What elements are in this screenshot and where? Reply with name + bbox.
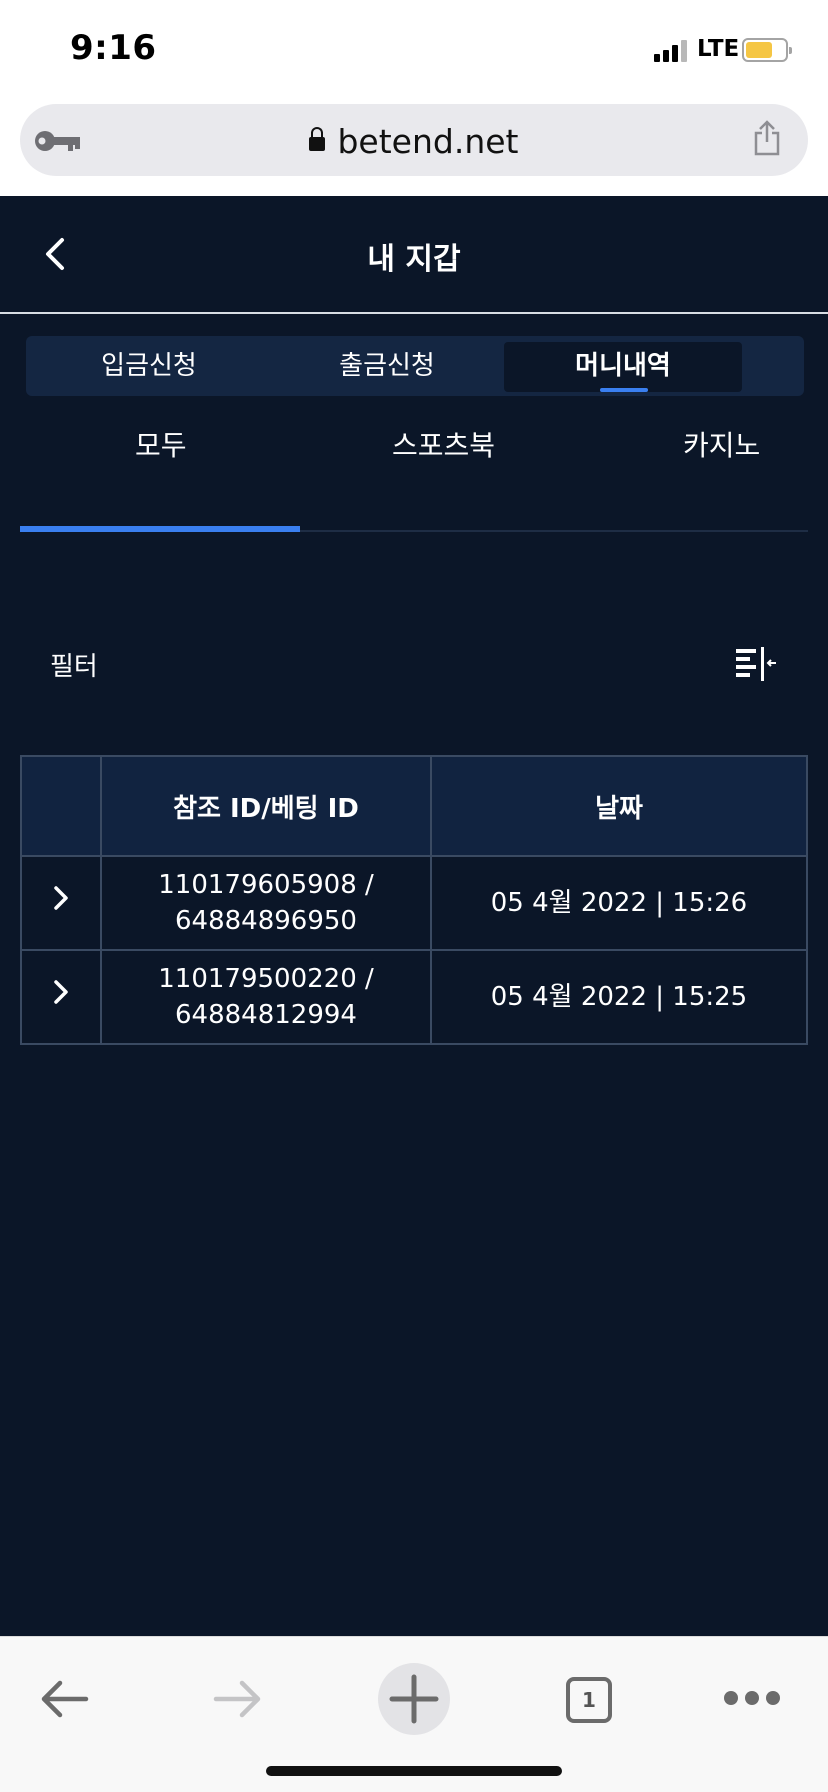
url-text: betend.net — [337, 122, 519, 161]
expand-cell[interactable] — [20, 949, 102, 1045]
table-row[interactable]: 110179500220 / 64884812994 05 4월 2022 | … — [20, 949, 808, 1045]
reference-id: 110179605908 / — [158, 870, 374, 900]
lock-icon — [309, 127, 326, 151]
date-cell: 05 4월 2022 | 15:26 — [430, 855, 808, 951]
battery-icon — [742, 38, 792, 62]
bet-id: 64884812994 — [175, 1000, 357, 1030]
plus-icon — [389, 1674, 439, 1724]
date-cell: 05 4월 2022 | 15:25 — [430, 949, 808, 1045]
address-bar[interactable]: betend.net — [20, 104, 808, 176]
ref-id-cell: 110179500220 / 64884812994 — [100, 949, 432, 1045]
reference-id: 110179500220 / — [158, 964, 374, 994]
subtab-casino[interactable]: 카지노 — [683, 424, 760, 464]
subtab-all[interactable]: 모두 — [135, 424, 187, 464]
signal-icon — [654, 40, 688, 62]
browser-address-area: betend.net — [0, 98, 828, 196]
expand-cell[interactable] — [20, 855, 102, 951]
browser-back-icon[interactable] — [38, 1677, 90, 1721]
page-header: 내 지갑 — [0, 196, 828, 314]
expand-column-header — [20, 755, 102, 857]
new-tab-button[interactable] — [378, 1663, 450, 1735]
tab-money-history-label: 머니내역 — [575, 351, 671, 381]
status-time: 9:16 — [70, 28, 157, 68]
chevron-right-icon[interactable] — [51, 978, 71, 1006]
tab-deposit[interactable]: 입금신청 — [30, 342, 268, 392]
page-title: 내 지갑 — [367, 242, 461, 277]
ref-id-cell: 110179605908 / 64884896950 — [100, 855, 432, 951]
table-header-row: 참조 ID/베팅 ID 날짜 — [20, 755, 808, 857]
tab-withdraw[interactable]: 출금신청 — [268, 342, 506, 392]
share-icon[interactable] — [752, 120, 782, 156]
tab-count-button[interactable]: 1 — [566, 1677, 612, 1723]
column-header-ref-id: 참조 ID/베팅 ID — [100, 755, 432, 857]
money-history-table: 참조 ID/베팅 ID 날짜 110179605908 / 6488489695… — [20, 755, 808, 1045]
filter-label: 필터 — [50, 652, 98, 682]
browser-forward-icon[interactable] — [212, 1677, 264, 1721]
wallet-segment-control: 입금신청 출금신청 머니내역 — [26, 336, 804, 396]
tab-money-history[interactable]: 머니내역 — [504, 342, 742, 392]
column-header-date: 날짜 — [430, 755, 808, 857]
network-label: LTE — [697, 36, 740, 62]
table-row[interactable]: 110179605908 / 64884896950 05 4월 2022 | … — [20, 855, 808, 951]
bet-id: 64884896950 — [175, 906, 357, 936]
wallet-page: 내 지갑 입금신청 출금신청 머니내역 모두 스포츠북 카지노 필터 참조 ID… — [0, 196, 828, 1636]
more-icon[interactable] — [724, 1691, 780, 1707]
filter-columns-icon[interactable] — [734, 646, 778, 682]
home-indicator — [266, 1766, 562, 1776]
active-tab-indicator — [600, 388, 648, 392]
subtab-active-indicator — [20, 526, 300, 532]
subtab-sportsbook[interactable]: 스포츠북 — [392, 424, 495, 464]
chevron-right-icon[interactable] — [51, 884, 71, 912]
status-bar: 9:16 LTE — [0, 0, 828, 98]
